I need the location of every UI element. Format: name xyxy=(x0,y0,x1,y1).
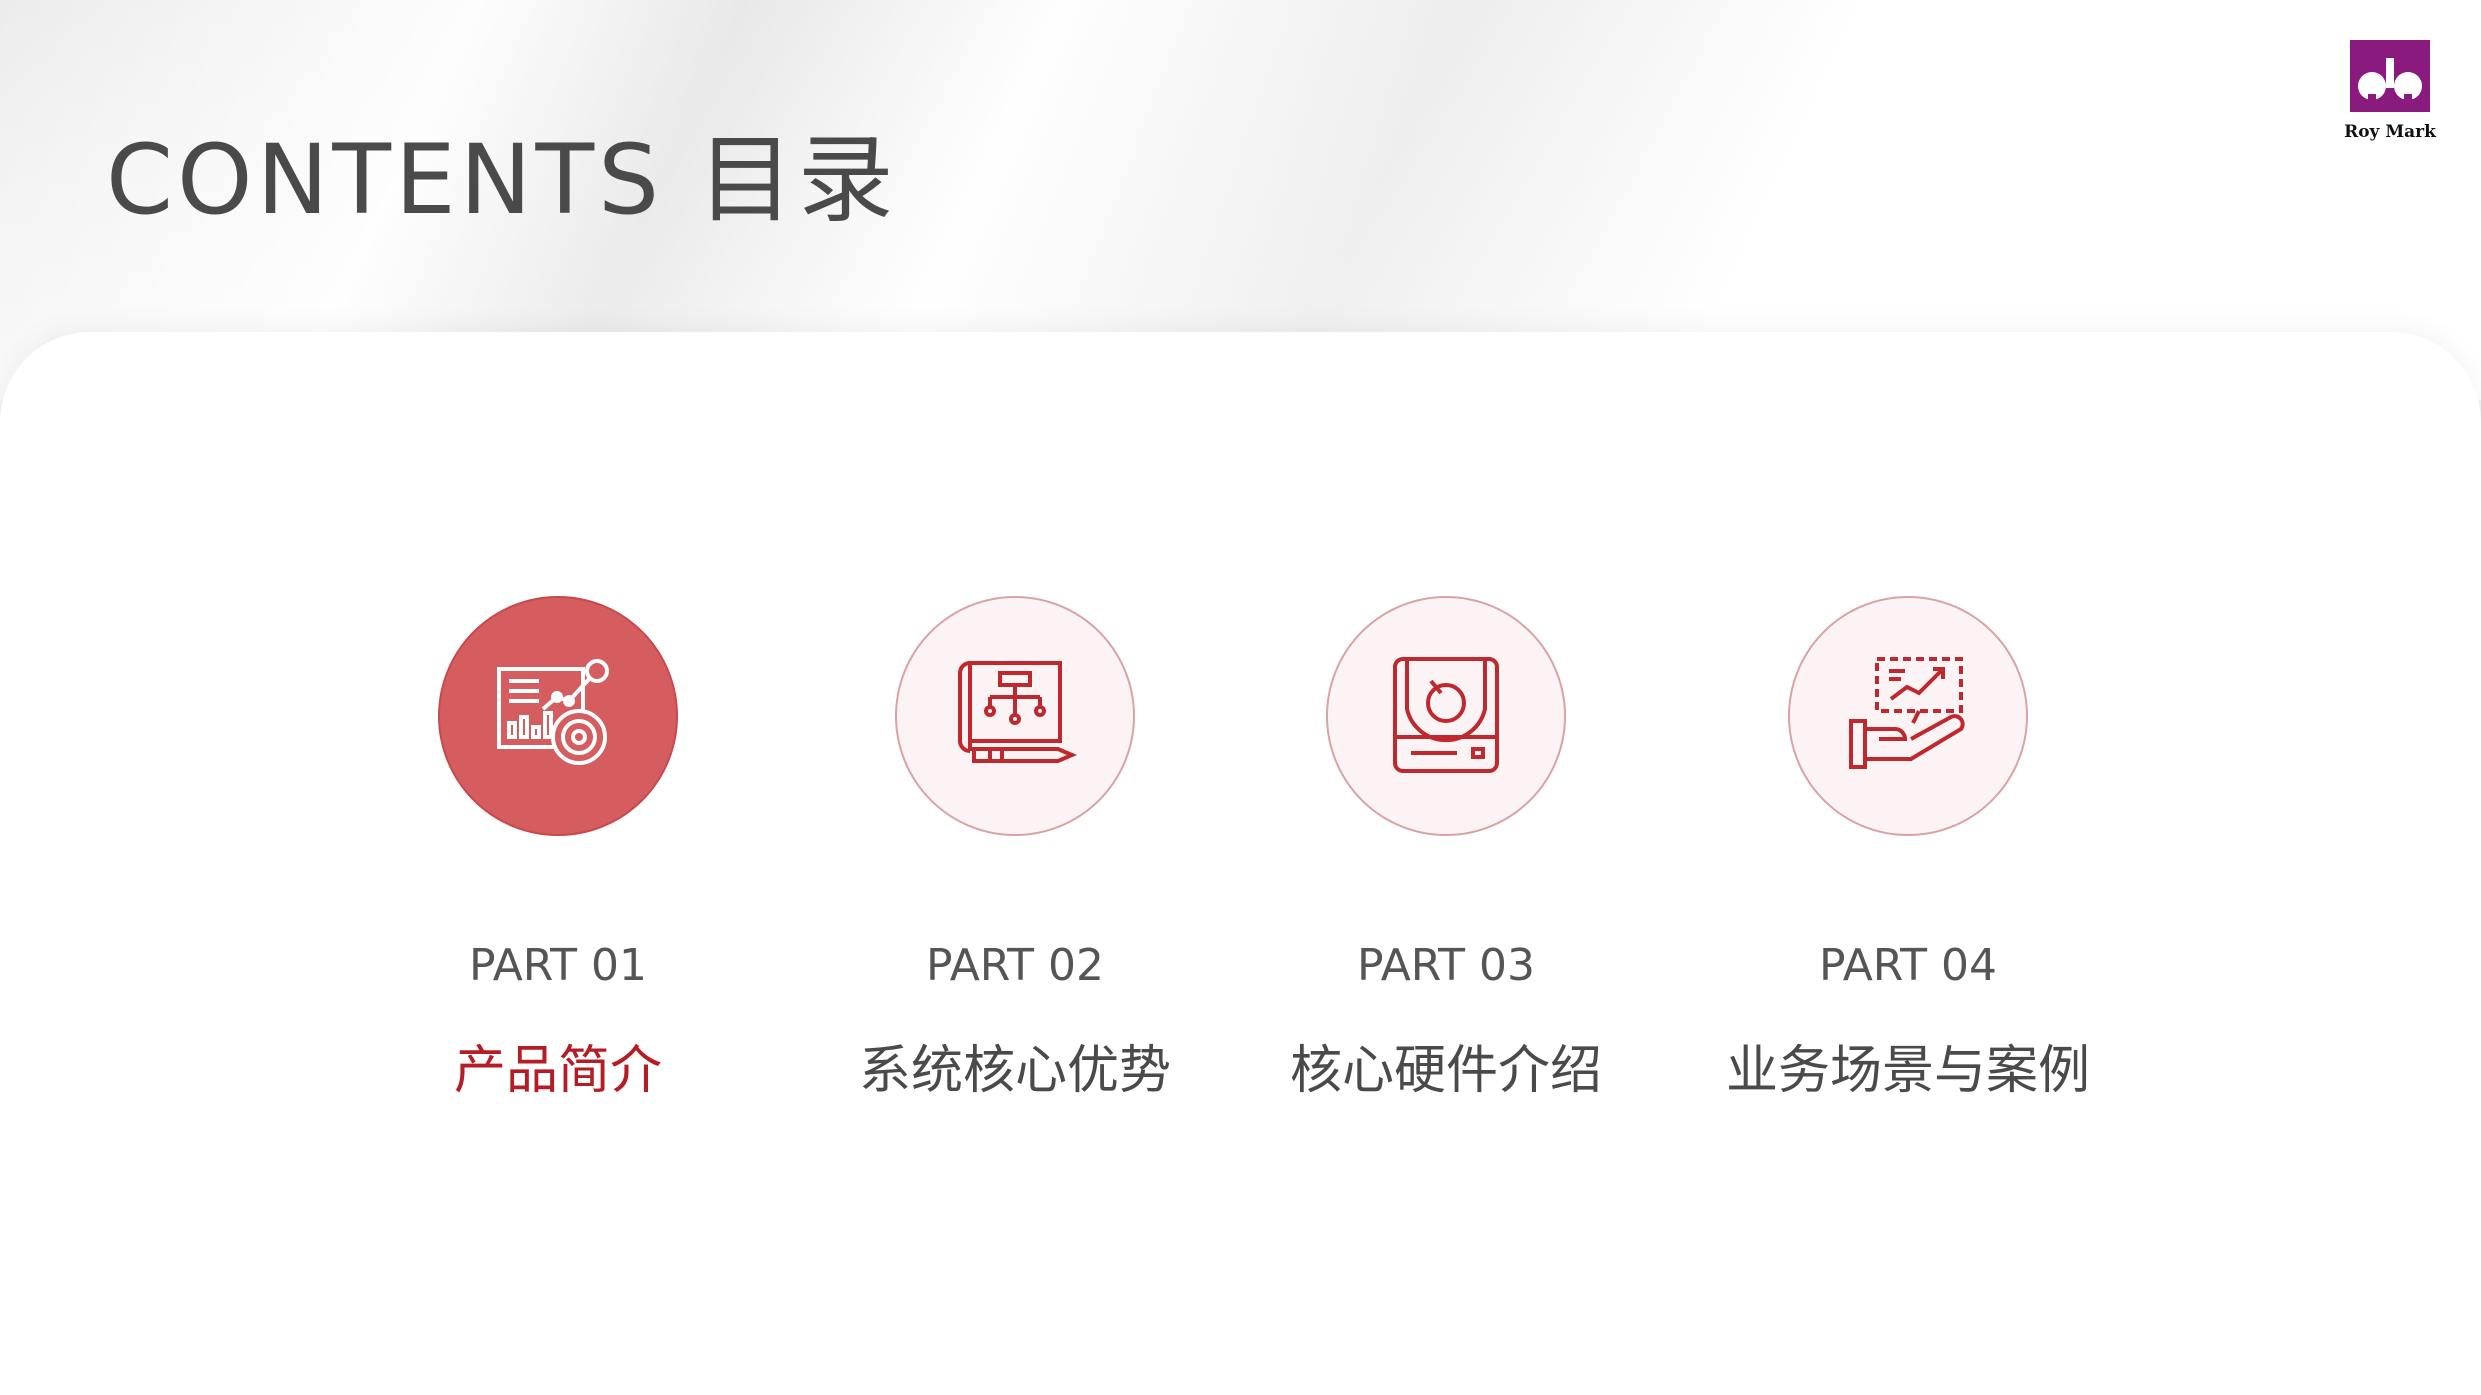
part-number: PART 03 xyxy=(1356,940,1536,991)
part-label: 核心硬件介绍 xyxy=(1289,1041,1602,1101)
part-number: PART 01 xyxy=(468,940,648,991)
hand-presentation-icon xyxy=(1849,657,1965,769)
part-label: 系统核心优势 xyxy=(858,1041,1171,1101)
icon-circle xyxy=(1788,596,2028,836)
part-number: PART 04 xyxy=(1818,940,1998,991)
logo-mark-icon xyxy=(2350,40,2430,112)
page-title: CONTENTS 目录 xyxy=(106,124,898,236)
hardware-device-icon xyxy=(1393,657,1499,773)
part-label: 业务场景与案例 xyxy=(1725,1041,2090,1101)
blueprint-flowchart-icon xyxy=(958,661,1078,763)
part-label: 产品简介 xyxy=(453,1041,662,1101)
icon-circle xyxy=(438,596,678,836)
analytics-dashboard-icon xyxy=(497,659,609,765)
contents-item-part-02[interactable]: PART 02 系统核心优势 xyxy=(815,596,1215,1104)
icon-circle xyxy=(895,596,1135,836)
contents-item-part-04[interactable]: PART 04 业务场景与案例 xyxy=(1708,596,2108,1104)
logo-text: Roy Mark xyxy=(2344,122,2436,142)
icon-circle xyxy=(1326,596,1566,836)
roy-mark-logo: Roy Mark xyxy=(2340,38,2440,148)
contents-item-part-01[interactable]: PART 01 产品简介 xyxy=(358,596,758,1104)
contents-item-part-03[interactable]: PART 03 核心硬件介绍 xyxy=(1246,596,1646,1104)
part-number: PART 02 xyxy=(925,940,1105,991)
